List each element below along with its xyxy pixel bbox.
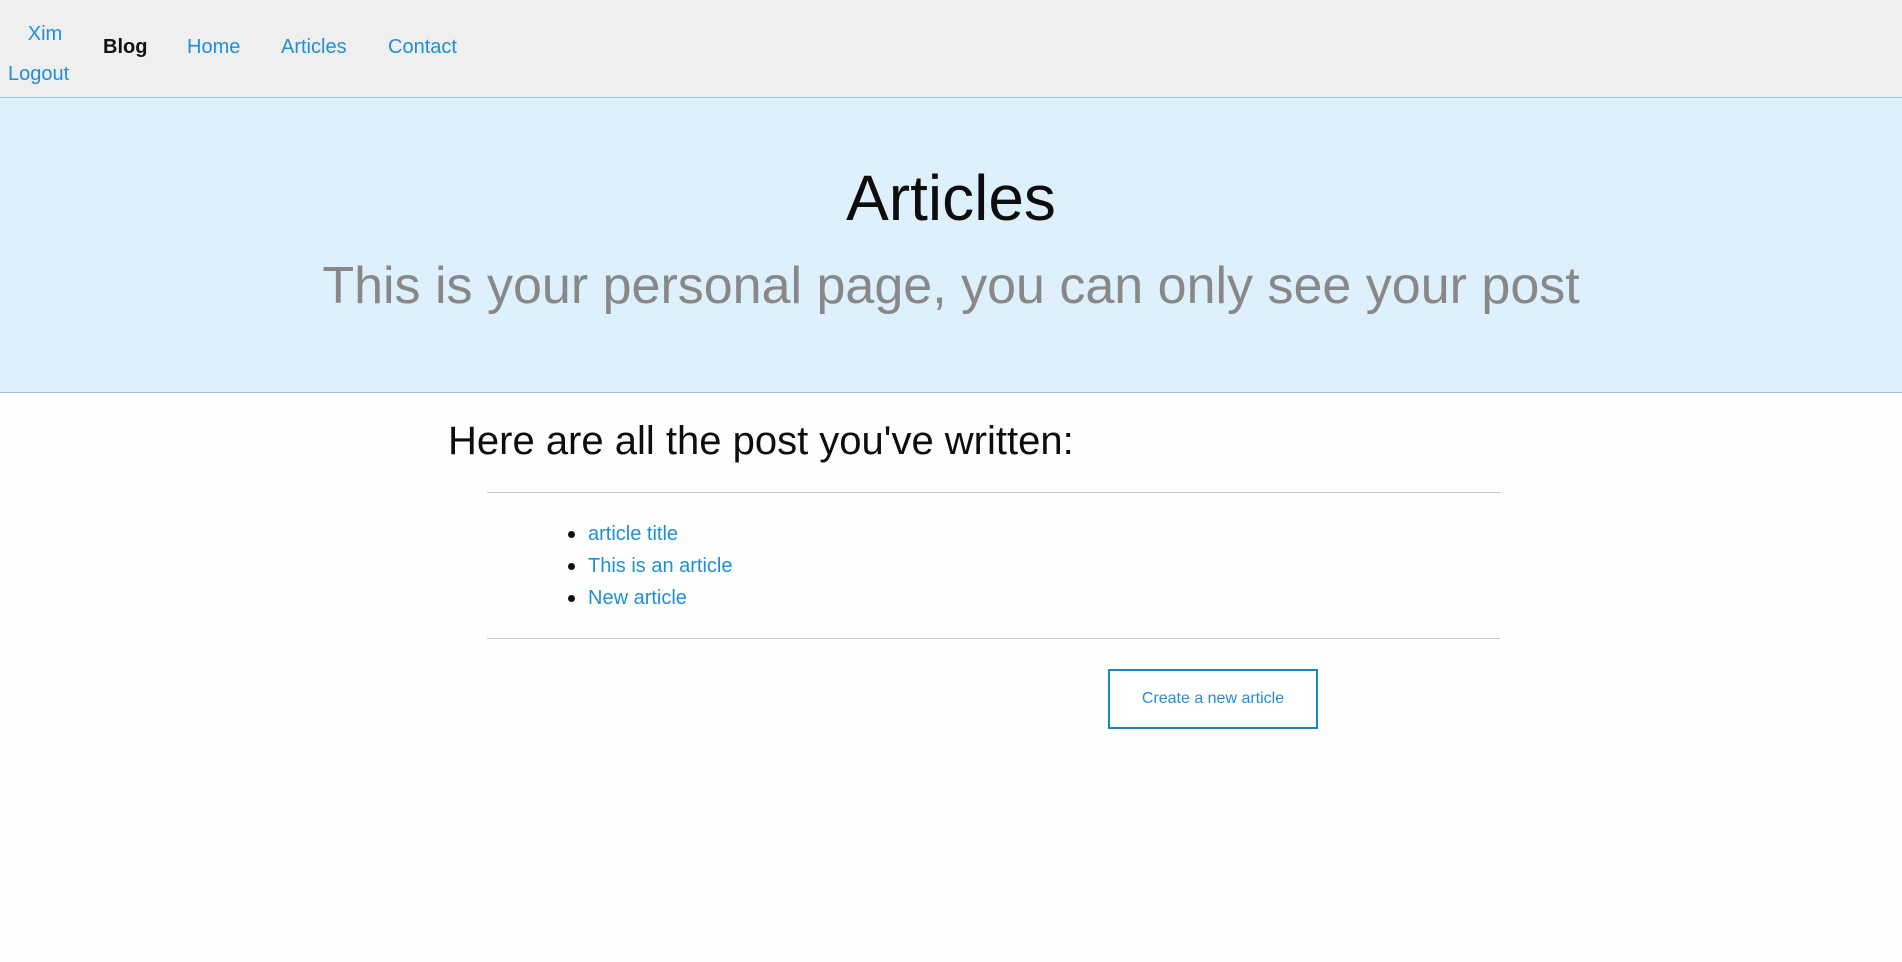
list-item: This is an article: [568, 550, 733, 582]
create-article-button[interactable]: Create a new article: [1108, 669, 1318, 729]
bottom-divider: [487, 638, 1500, 639]
nav-contact-link[interactable]: Contact: [388, 34, 457, 60]
page-subtitle: This is your personal page, you can only…: [322, 257, 1580, 315]
list-item: New article: [568, 582, 733, 614]
brand-logo-text[interactable]: Blog: [103, 34, 147, 60]
post-link[interactable]: New article: [588, 587, 687, 609]
nav-articles-link[interactable]: Articles: [281, 34, 347, 60]
top-navigation-bar: Xim Logout Blog Home Articles Contact: [0, 0, 1902, 98]
bullet-icon: [568, 531, 575, 538]
post-link[interactable]: article title: [588, 523, 678, 545]
list-item: article title: [568, 518, 733, 550]
post-link[interactable]: This is an article: [588, 555, 733, 577]
bullet-icon: [568, 595, 575, 602]
top-divider: [487, 492, 1500, 493]
hero-banner: Articles This is your personal page, you…: [0, 98, 1902, 393]
logout-link[interactable]: Logout: [0, 54, 90, 94]
nav-home-link[interactable]: Home: [187, 34, 240, 60]
bullet-icon: [568, 563, 575, 570]
user-menu: Xim Logout: [0, 14, 90, 94]
post-list: article title This is an article New art…: [568, 518, 733, 614]
page-title: Articles: [846, 162, 1056, 234]
posts-heading: Here are all the post you've written:: [448, 419, 1074, 463]
user-name-link[interactable]: Xim: [0, 14, 90, 54]
